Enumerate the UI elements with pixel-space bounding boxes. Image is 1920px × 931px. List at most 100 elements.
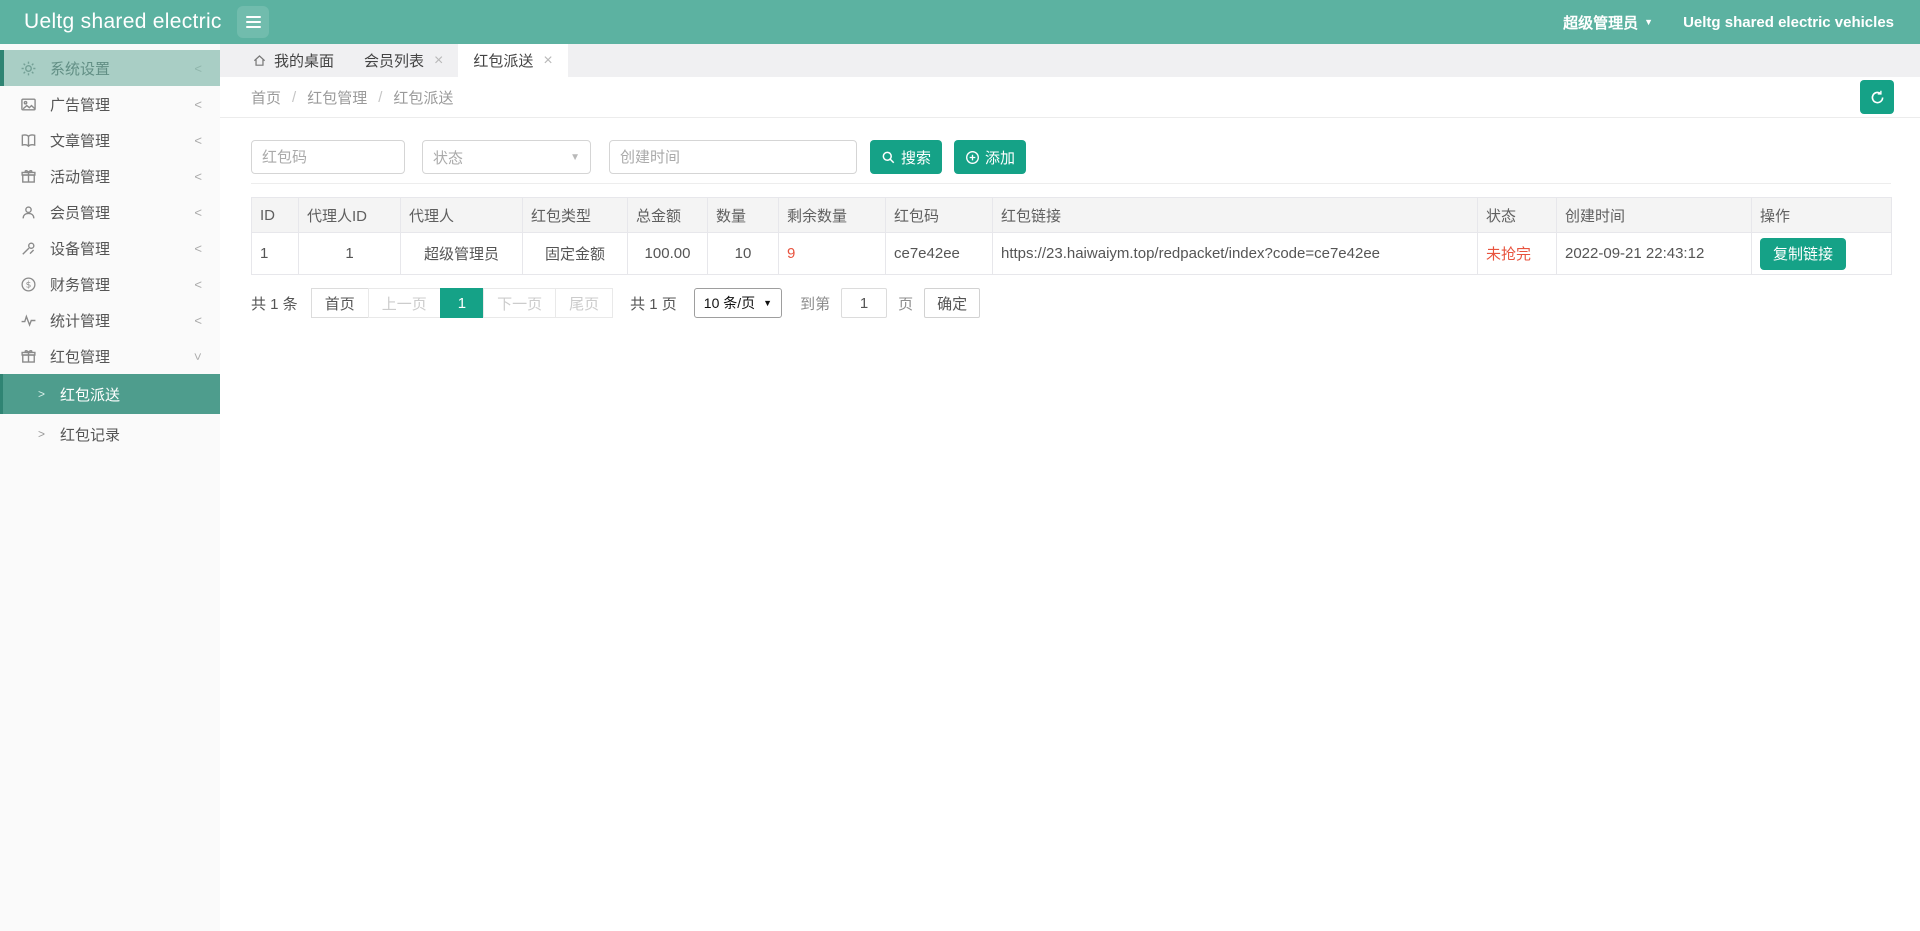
sidebar-menu: 系统设置 < 广告管理 < 文章管理 < (0, 44, 220, 454)
column-header-type: 红包类型 (523, 198, 628, 233)
chevron-left-icon: < (194, 205, 202, 220)
brand-text: Ueltg shared electric vehicles (1683, 14, 1894, 31)
sidebar-item-label: 广告管理 (50, 94, 194, 115)
close-icon[interactable]: × (434, 53, 443, 69)
sidebar: 系统设置 < 广告管理 < 文章管理 < (0, 44, 220, 931)
per-page-value: 10 条/页 (704, 293, 755, 313)
sidebar-subitem-redpacket-records[interactable]: > 红包记录 (0, 414, 220, 454)
column-header-create-time: 创建时间 (1557, 198, 1752, 233)
create-time-input[interactable] (609, 140, 857, 174)
copy-link-button[interactable]: 复制链接 (1760, 238, 1846, 270)
book-icon (20, 132, 37, 149)
page-count-label: 共 1 页 (630, 293, 677, 314)
cell-status: 未抢完 (1478, 233, 1557, 275)
column-header-remaining: 剩余数量 (779, 198, 886, 233)
goto-page-input[interactable] (841, 288, 887, 318)
column-header-agent-id: 代理人ID (299, 198, 401, 233)
current-page-button[interactable]: 1 (440, 288, 484, 318)
breadcrumb-home[interactable]: 首页 (251, 87, 281, 108)
gift-icon (20, 168, 37, 185)
cell-actions: 复制链接 (1752, 233, 1892, 275)
column-header-status: 状态 (1478, 198, 1557, 233)
goto-page-prefix: 到第 (800, 293, 830, 314)
breadcrumb: 首页 / 红包管理 / 红包派送 (251, 87, 453, 108)
refresh-icon (1869, 89, 1886, 106)
sidebar-item-system-settings[interactable]: 系统设置 < (0, 50, 220, 86)
svg-text:$: $ (26, 280, 32, 290)
sidebar-toggle-button[interactable] (237, 6, 269, 38)
sidebar-item-stats-management[interactable]: 统计管理 < (0, 302, 220, 338)
tab-redpacket-send[interactable]: 红包派送 × (458, 44, 567, 77)
sidebar-item-redpacket-management[interactable]: 红包管理 > (0, 338, 220, 374)
redpacket-table: ID 代理人ID 代理人 红包类型 总金额 数量 剩余数量 红包码 红包链接 状… (251, 197, 1892, 275)
table-header-row: ID 代理人ID 代理人 红包类型 总金额 数量 剩余数量 红包码 红包链接 状… (252, 198, 1892, 233)
cell-agent: 超级管理员 (401, 233, 523, 275)
app-title: Ueltg shared electric (24, 10, 222, 34)
search-button[interactable]: 搜索 (870, 140, 942, 174)
add-button[interactable]: 添加 (954, 140, 1026, 174)
search-icon (881, 150, 896, 165)
chevron-left-icon: < (194, 97, 202, 112)
cell-agent-id: 1 (299, 233, 401, 275)
first-page-button[interactable]: 首页 (311, 288, 369, 318)
status-select[interactable]: 状态 ▼ (422, 140, 591, 174)
pager-buttons: 首页 上一页 1 下一页 尾页 (311, 288, 613, 318)
prev-page-button[interactable]: 上一页 (368, 288, 441, 318)
status-select-value: 状态 (433, 147, 570, 168)
cell-total-amount: 100.00 (628, 233, 708, 275)
tab-my-desktop[interactable]: 我的桌面 (237, 44, 349, 77)
chevron-left-icon: < (194, 169, 202, 184)
sidebar-item-article-management[interactable]: 文章管理 < (0, 122, 220, 158)
cell-create-time: 2022-09-21 22:43:12 (1557, 233, 1752, 275)
breadcrumb-redpacket-management[interactable]: 红包管理 (307, 87, 367, 108)
breadcrumb-bar: 首页 / 红包管理 / 红包派送 (220, 77, 1920, 118)
chevron-down-icon: ▼ (570, 152, 580, 163)
breadcrumb-separator: / (378, 89, 382, 106)
redpacket-code-input[interactable] (251, 140, 405, 174)
per-page-select[interactable]: 10 条/页 ▼ (694, 288, 782, 318)
sidebar-item-label: 统计管理 (50, 310, 194, 331)
cell-id: 1 (252, 233, 299, 275)
cell-link: https://23.haiwaiym.top/redpacket/index?… (993, 233, 1478, 275)
sidebar-item-finance-management[interactable]: $ 财务管理 < (0, 266, 220, 302)
sidebar-item-label: 系统设置 (50, 58, 194, 79)
sidebar-item-label: 活动管理 (50, 166, 194, 187)
topbar-right: 超级管理员 ▼ Ueltg shared electric vehicles (1563, 12, 1894, 33)
column-header-id: ID (252, 198, 299, 233)
sidebar-item-label: 设备管理 (50, 238, 194, 259)
user-name: 超级管理员 (1563, 12, 1638, 33)
sidebar-subitem-redpacket-send[interactable]: > 红包派送 (0, 374, 220, 414)
sidebar-item-activity-management[interactable]: 活动管理 < (0, 158, 220, 194)
column-header-code: 红包码 (886, 198, 993, 233)
sidebar-item-label: 文章管理 (50, 130, 194, 151)
column-header-agent: 代理人 (401, 198, 523, 233)
column-header-actions: 操作 (1752, 198, 1892, 233)
search-form: 状态 ▼ 搜索 添加 (251, 140, 1891, 184)
tab-label: 会员列表 (364, 50, 424, 71)
cell-code: ce7e42ee (886, 233, 993, 275)
tools-icon (20, 240, 37, 257)
last-page-button[interactable]: 尾页 (555, 288, 613, 318)
total-count-label: 共 1 条 (251, 293, 298, 314)
tab-label: 我的桌面 (274, 50, 334, 71)
sidebar-item-label: 财务管理 (50, 274, 194, 295)
search-button-label: 搜索 (901, 147, 931, 168)
close-icon[interactable]: × (543, 53, 552, 69)
column-header-quantity: 数量 (708, 198, 779, 233)
chevron-left-icon: < (194, 313, 202, 328)
chevron-left-icon: < (194, 277, 202, 292)
sidebar-item-device-management[interactable]: 设备管理 < (0, 230, 220, 266)
tab-member-list[interactable]: 会员列表 × (349, 44, 458, 77)
next-page-button[interactable]: 下一页 (483, 288, 556, 318)
sidebar-item-member-management[interactable]: 会员管理 < (0, 194, 220, 230)
plus-circle-icon (965, 150, 980, 165)
redpacket-icon (20, 348, 37, 365)
cell-type: 固定金额 (523, 233, 628, 275)
admin-app: Ueltg shared electric 超级管理员 ▼ Ueltg shar… (0, 0, 1920, 931)
chevron-down-icon: ▼ (763, 298, 772, 308)
top-header: Ueltg shared electric 超级管理员 ▼ Ueltg shar… (0, 0, 1920, 44)
sidebar-item-ad-management[interactable]: 广告管理 < (0, 86, 220, 122)
refresh-button[interactable] (1860, 80, 1894, 114)
user-menu[interactable]: 超级管理员 ▼ (1563, 12, 1653, 33)
confirm-button[interactable]: 确定 (924, 288, 980, 318)
